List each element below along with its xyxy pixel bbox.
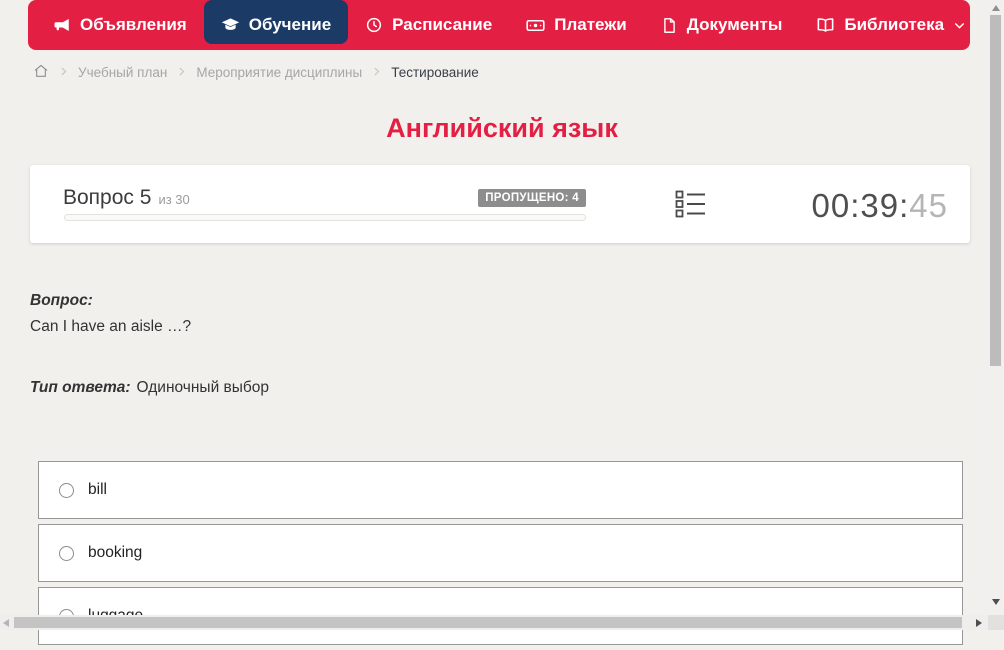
nav-item-label: Платежи <box>554 15 627 34</box>
question-header-card: Вопрос 5 из 30 ПРОПУЩЕНО: 4 00:39:45 <box>30 165 970 243</box>
nav-item-library[interactable]: Библиотека <box>799 0 983 44</box>
book-icon <box>816 16 835 35</box>
option-label: bill <box>88 481 107 498</box>
megaphone-icon <box>53 16 71 34</box>
scroll-up-arrow-icon[interactable] <box>992 5 1000 11</box>
home-icon[interactable] <box>33 63 49 82</box>
skipped-badge: ПРОПУЩЕНО: 4 <box>478 189 586 207</box>
radio-button[interactable] <box>59 545 74 561</box>
chevron-right-icon <box>371 65 382 80</box>
answer-option-booking[interactable]: booking <box>38 524 963 582</box>
answer-option-bill[interactable]: bill <box>38 461 963 519</box>
question-number: Вопрос 5 из 30 <box>63 186 190 209</box>
progress-bar <box>64 214 586 221</box>
banknote-icon <box>526 16 545 35</box>
document-icon <box>661 17 678 34</box>
question-text: Can I have an aisle …? <box>30 318 192 335</box>
scrollbar-corner <box>988 615 1004 630</box>
nav-item-announcements[interactable]: Объявления <box>36 0 204 44</box>
horizontal-scrollbar-thumb[interactable] <box>14 617 962 628</box>
nav-item-label: Библиотека <box>844 15 945 34</box>
question-list-icon[interactable] <box>675 190 706 223</box>
scroll-left-arrow-icon[interactable] <box>3 619 9 627</box>
breadcrumb-item-curriculum[interactable]: Учебный план <box>78 65 167 80</box>
graduation-cap-icon <box>221 16 240 35</box>
nav-item-schedule[interactable]: Расписание <box>348 0 509 44</box>
timer-seconds: 45 <box>909 187 948 224</box>
nav-item-label: Расписание <box>392 15 493 34</box>
nav-item-label: Документы <box>686 15 783 34</box>
main-navbar: Объявления Обучение Расписание Платежи Д… <box>28 0 970 50</box>
nav-item-label: Обучение <box>248 15 332 34</box>
timer: 00:39:45 <box>812 187 948 225</box>
scroll-right-arrow-icon[interactable] <box>976 619 982 627</box>
answer-type-label: Тип ответа: <box>30 379 131 396</box>
chevron-down-icon <box>953 19 966 32</box>
breadcrumb-item-testing: Тестирование <box>391 64 479 80</box>
timer-main: 00:39: <box>811 187 910 224</box>
breadcrumb-item-discipline-event[interactable]: Мероприятие дисциплины <box>196 65 362 80</box>
question-label: Вопрос: <box>30 292 93 309</box>
nav-item-label: Объявления <box>80 15 187 34</box>
option-label: booking <box>88 544 143 561</box>
nav-item-payments[interactable]: Платежи <box>509 0 644 44</box>
page-title: Английский язык <box>386 113 618 143</box>
chevron-right-icon <box>176 65 187 80</box>
question-total: из 30 <box>158 192 190 207</box>
radio-button[interactable] <box>59 482 74 498</box>
nav-item-learning[interactable]: Обучение <box>203 0 349 44</box>
answer-type-row: Тип ответа: Одиночный выбор <box>30 379 269 397</box>
breadcrumb: Учебный план Мероприятие дисциплины Тест… <box>33 62 479 82</box>
answer-type-value: Одиночный выбор <box>136 379 270 396</box>
vertical-scrollbar-thumb[interactable] <box>990 15 1001 366</box>
scroll-down-arrow-icon[interactable] <box>992 599 1000 605</box>
nav-item-documents[interactable]: Документы <box>644 0 800 44</box>
vertical-scrollbar[interactable] <box>988 0 1004 615</box>
horizontal-scrollbar[interactable] <box>0 615 988 630</box>
chevron-right-icon <box>58 65 69 80</box>
clock-icon <box>365 16 383 34</box>
